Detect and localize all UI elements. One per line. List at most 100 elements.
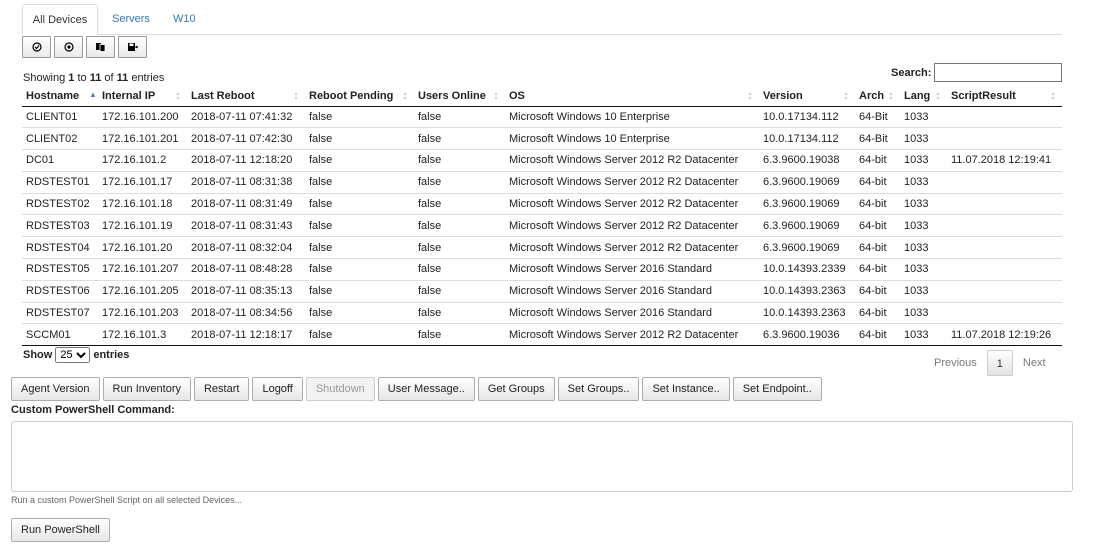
cell-hostname: RDSTEST05 <box>22 258 98 281</box>
cell-lang: 1033 <box>900 149 947 172</box>
column-header-label: Reboot Pending <box>309 89 394 102</box>
device-tabs: All Devices Servers W10 <box>22 4 1062 35</box>
sort-both-icon: ▲▼ <box>493 91 499 101</box>
table-toolbar <box>22 36 147 58</box>
cell-hostname: DC01 <box>22 149 98 172</box>
cell-hostname: CLIENT01 <box>22 106 98 129</box>
shutdown-button: Shutdown <box>305 377 375 401</box>
cell-lang: 1033 <box>900 171 947 194</box>
column-header-last-reboot[interactable]: Last Reboot ▲▼ <box>187 86 305 107</box>
cell-last-reboot: 2018-07-11 08:31:38 <box>187 171 305 194</box>
cell-users-online: false <box>414 280 505 303</box>
table-row[interactable]: RDSTEST06 172.16.101.205 2018-07-11 08:35:… <box>22 280 1062 303</box>
cell-last-reboot: 2018-07-11 08:31:49 <box>187 193 305 216</box>
previous-page-button[interactable]: Previous <box>924 350 987 376</box>
cell-arch: 64-bit <box>855 280 900 303</box>
copy-button[interactable] <box>86 36 115 58</box>
page-length-select[interactable]: 25 <box>55 347 91 363</box>
cell-internal-ip: 172.16.101.205 <box>98 280 187 303</box>
cell-os: Microsoft Windows Server 2012 R2 Datacen… <box>505 214 759 238</box>
cell-lang: 1033 <box>900 214 947 238</box>
cell-internal-ip: 172.16.101.203 <box>98 302 187 325</box>
powershell-command-input[interactable] <box>11 421 1073 492</box>
pagination: Previous 1 Next <box>924 350 1056 376</box>
cell-hostname: RDSTEST01 <box>22 171 98 194</box>
table-header-row: Hostname ▲ Internal IP ▲▼ Last Reboot ▲▼ Reboo… <box>22 86 1062 107</box>
column-header-internal-ip[interactable]: Internal IP ▲▼ <box>98 86 187 107</box>
cell-hostname: RDSTEST07 <box>22 302 98 325</box>
cell-reboot-pending: false <box>305 127 414 151</box>
cell-hostname: CLIENT02 <box>22 127 98 151</box>
set-endpoint-button[interactable]: Set Endpoint.. <box>732 377 822 401</box>
cell-users-online: false <box>414 302 505 325</box>
table-row[interactable]: RDSTEST07 172.16.101.203 2018-07-11 08:34:… <box>22 302 1062 325</box>
cell-users-online: false <box>414 171 505 194</box>
column-header-users-online[interactable]: Users Online ▲▼ <box>414 86 505 107</box>
set-groups-button[interactable]: Set Groups.. <box>557 377 640 401</box>
cell-arch: 64-bit <box>855 214 900 238</box>
cell-reboot-pending: false <box>305 149 414 172</box>
copy-icon <box>96 43 106 52</box>
sort-both-icon: ▲▼ <box>843 91 849 101</box>
cell-scriptresult <box>947 171 1062 194</box>
column-header-arch[interactable]: Arch ▲▼ <box>855 86 900 107</box>
cell-reboot-pending: false <box>305 171 414 194</box>
cell-internal-ip: 172.16.101.3 <box>98 323 187 347</box>
run-inventory-button[interactable]: Run Inventory <box>102 377 191 401</box>
run-powershell-button[interactable]: Run PowerShell <box>11 518 110 542</box>
cell-scriptresult <box>947 280 1062 303</box>
column-header-scriptresult[interactable]: ScriptResult ▲▼ <box>947 86 1062 107</box>
cell-scriptresult: 11.07.2018 12:19:41 <box>947 149 1062 172</box>
sort-both-icon: ▲▼ <box>175 91 181 101</box>
deselect-button[interactable] <box>54 36 83 58</box>
column-header-hostname[interactable]: Hostname ▲ <box>22 86 98 107</box>
column-header-os[interactable]: OS ▲▼ <box>505 86 759 107</box>
cell-os: Microsoft Windows Server 2012 R2 Datacen… <box>505 193 759 216</box>
cell-hostname: RDSTEST02 <box>22 193 98 216</box>
set-instance-button[interactable]: Set Instance.. <box>642 377 730 401</box>
get-groups-button[interactable]: Get Groups <box>477 377 555 401</box>
page-1-button[interactable]: 1 <box>986 350 1013 376</box>
table-row[interactable]: CLIENT01 172.16.101.200 2018-07-11 07:41:3… <box>22 106 1062 129</box>
cell-users-online: false <box>414 258 505 281</box>
table-row[interactable]: SCCM01 172.16.101.3 2018-07-11 12:18:17 fal… <box>22 323 1062 347</box>
cell-version: 6.3.9600.19069 <box>759 236 855 260</box>
column-header-version[interactable]: Version ▲▼ <box>759 86 855 107</box>
select-all-button[interactable] <box>22 36 51 58</box>
table-row[interactable]: CLIENT02 172.16.101.201 2018-07-11 07:42:3… <box>22 127 1062 151</box>
cell-arch: 64-bit <box>855 236 900 260</box>
cell-scriptresult <box>947 302 1062 325</box>
next-page-button[interactable]: Next <box>1013 350 1056 376</box>
logoff-button[interactable]: Logoff <box>252 377 303 401</box>
cell-version: 6.3.9600.19069 <box>759 171 855 194</box>
cell-version: 10.0.14393.2363 <box>759 302 855 325</box>
device-actions: Agent Version Run Inventory Restart Logoff S… <box>11 377 822 401</box>
cell-last-reboot: 2018-07-11 07:42:30 <box>187 127 305 151</box>
tab-servers[interactable]: Servers <box>100 4 162 35</box>
cell-users-online: false <box>414 106 505 129</box>
agent-version-button[interactable]: Agent Version <box>11 377 100 401</box>
user-message-button[interactable]: User Message.. <box>377 377 475 401</box>
cell-reboot-pending: false <box>305 106 414 129</box>
cell-lang: 1033 <box>900 106 947 129</box>
cell-version: 10.0.17134.112 <box>759 106 855 129</box>
table-row[interactable]: RDSTEST01 172.16.101.17 2018-07-11 08:31:3… <box>22 171 1062 194</box>
table-row[interactable]: RDSTEST02 172.16.101.18 2018-07-11 08:31:4… <box>22 193 1062 216</box>
table-row[interactable]: RDSTEST03 172.16.101.19 2018-07-11 08:31:4… <box>22 214 1062 238</box>
tab-w10[interactable]: W10 <box>161 4 208 35</box>
cell-version: 10.0.14393.2363 <box>759 280 855 303</box>
cell-arch: 64-Bit <box>855 127 900 151</box>
cell-internal-ip: 172.16.101.200 <box>98 106 187 129</box>
cell-last-reboot: 2018-07-11 08:34:56 <box>187 302 305 325</box>
cell-version: 6.3.9600.19069 <box>759 214 855 238</box>
column-header-lang[interactable]: Lang ▲▼ <box>900 86 947 107</box>
column-header-reboot-pending[interactable]: Reboot Pending ▲▼ <box>305 86 414 107</box>
export-button[interactable] <box>118 36 147 58</box>
cell-arch: 64-bit <box>855 323 900 347</box>
table-row[interactable]: DC01 172.16.101.2 2018-07-11 12:18:20 false… <box>22 149 1062 172</box>
tab-all-devices[interactable]: All Devices <box>22 4 98 35</box>
search-input[interactable] <box>934 63 1062 82</box>
table-row[interactable]: RDSTEST05 172.16.101.207 2018-07-11 08:48:… <box>22 258 1062 281</box>
restart-button[interactable]: Restart <box>193 377 250 401</box>
table-row[interactable]: RDSTEST04 172.16.101.20 2018-07-11 08:32:0… <box>22 236 1062 260</box>
